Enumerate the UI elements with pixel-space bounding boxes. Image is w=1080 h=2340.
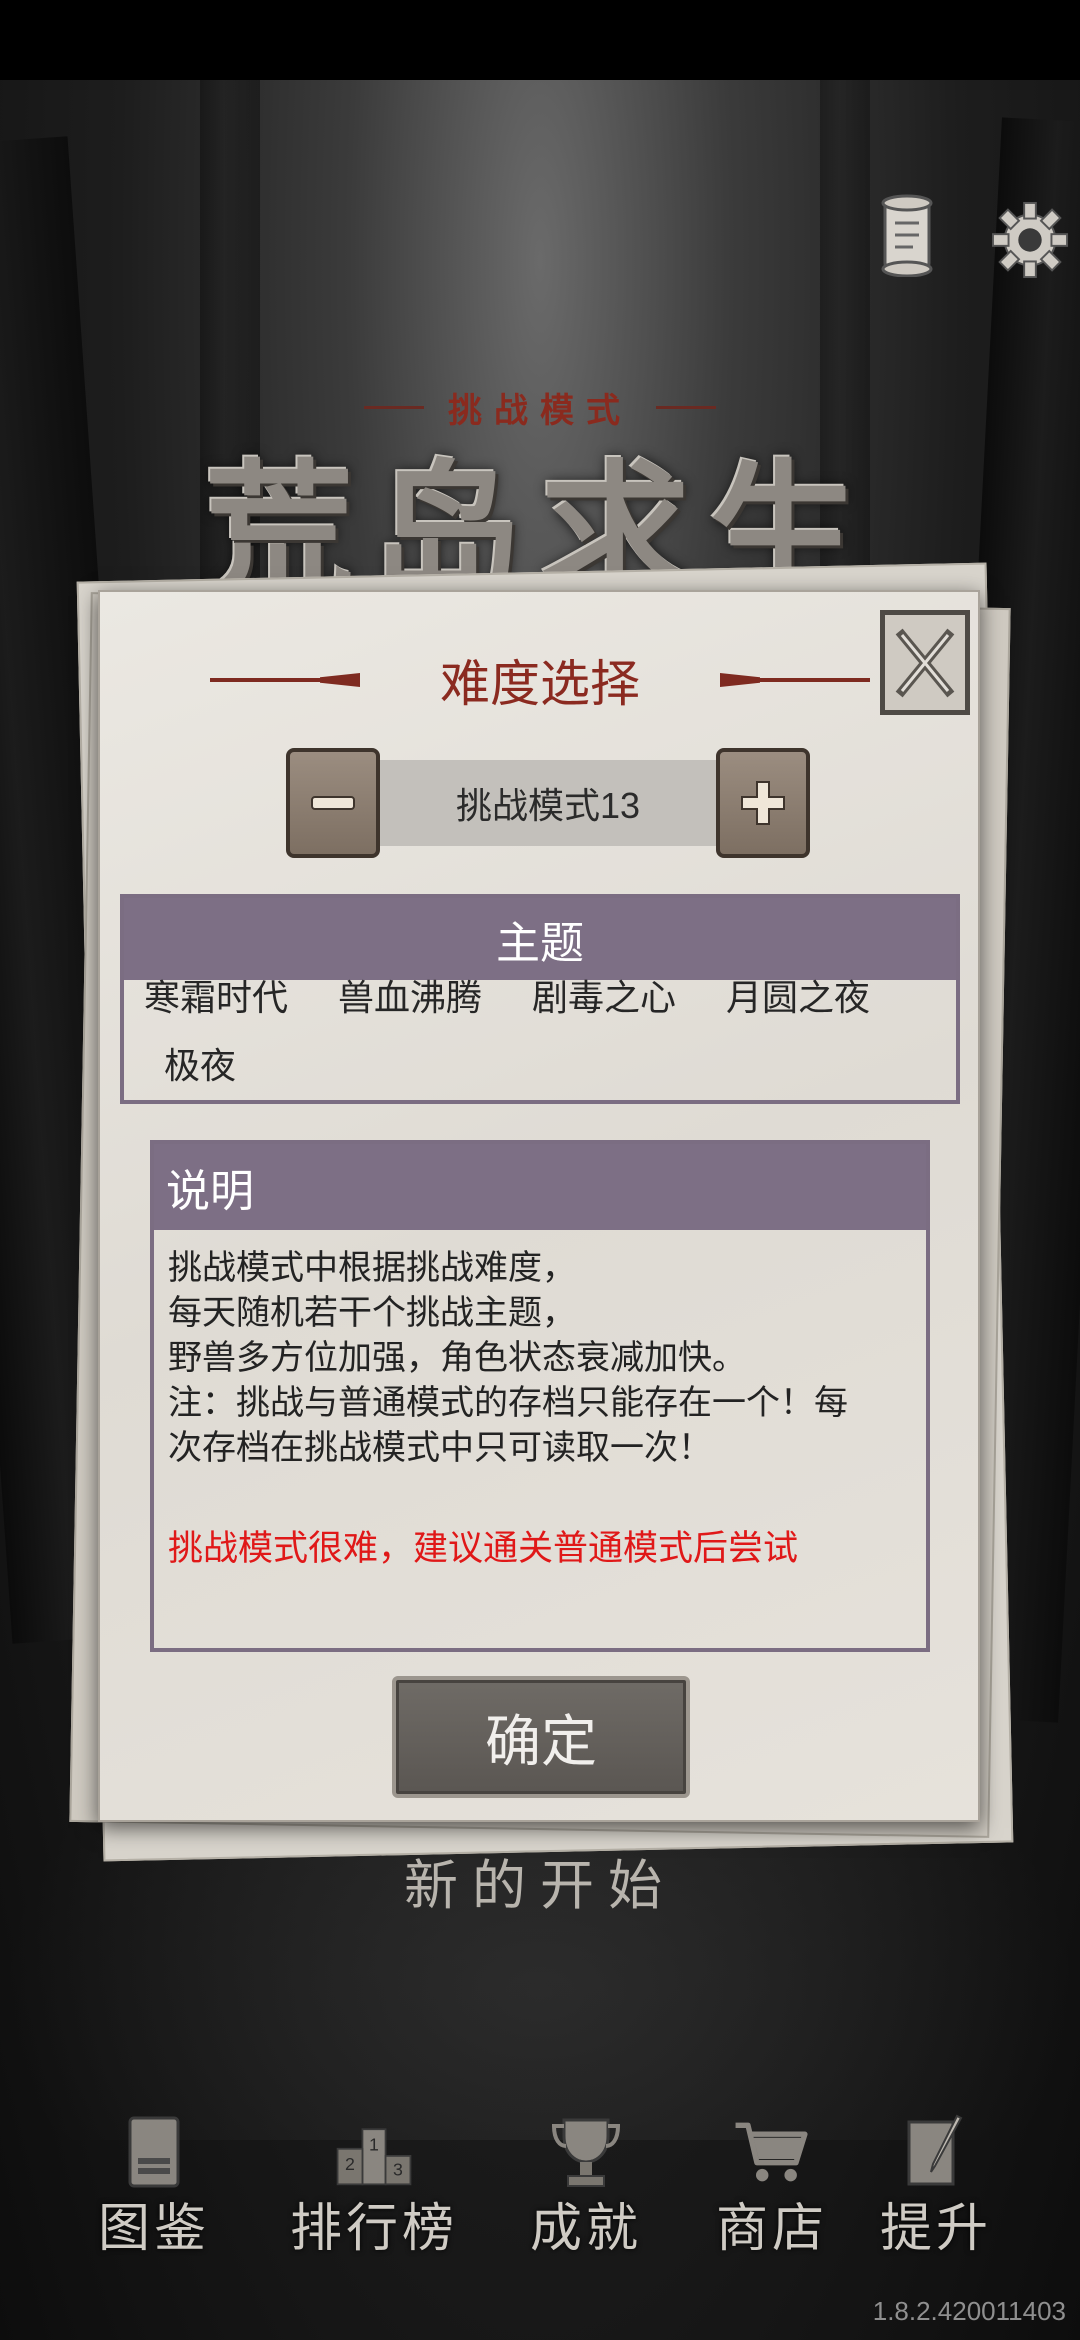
- mode-title-text: 挑战模式: [448, 390, 632, 431]
- theme-panel: 主题 寒霜时代 兽血沸腾 剧毒之心 月圆之夜 极夜: [120, 894, 960, 1104]
- version-label: 1.8.2.420011403: [872, 2296, 1066, 2326]
- minus-icon: [311, 796, 355, 810]
- nav-item-achievements[interactable]: 成就: [530, 2110, 642, 2261]
- book-icon: [114, 2110, 194, 2190]
- nav-item-codex[interactable]: 图鉴: [98, 2110, 210, 2261]
- description-text: 挑战模式中根据挑战难度， 每天随机若干个挑战主题， 野兽多方位加强，角色状态衰减…: [168, 1246, 918, 1471]
- nav-label: 商店: [716, 2199, 829, 2259]
- nav-item-shop[interactable]: 商店: [716, 2110, 828, 2261]
- close-icon: [895, 628, 955, 697]
- quill-icon: [896, 2110, 976, 2190]
- nav-label: 图鉴: [98, 2199, 211, 2259]
- theme-item: 月圆之夜: [726, 978, 871, 1019]
- nav-label: 成就: [530, 2199, 643, 2259]
- description-line: 挑战模式中根据挑战难度，: [168, 1248, 576, 1288]
- mode-title: 挑战模式: [330, 382, 750, 432]
- theme-header: 主题: [124, 898, 956, 980]
- scroll-icon[interactable]: [868, 190, 948, 280]
- description-line: 注：挑战与普通模式的存档只能存在一个！每: [168, 1383, 848, 1423]
- svg-text:1: 1: [369, 2135, 379, 2155]
- difficulty-value: 挑战模式13: [380, 760, 716, 846]
- theme-item: 剧毒之心: [532, 978, 677, 1019]
- svg-text:2: 2: [345, 2154, 355, 2174]
- nav-item-upgrade[interactable]: 提升: [880, 2110, 992, 2261]
- theme-item: 寒霜时代: [144, 978, 289, 1019]
- confirm-button[interactable]: 确定: [392, 1676, 690, 1798]
- nav-label: 提升: [880, 2199, 993, 2259]
- description-header: 说明: [154, 1144, 926, 1230]
- description-line: 野兽多方位加强，角色状态衰减加快。: [168, 1338, 746, 1378]
- title-ornament-left: [210, 673, 360, 687]
- gear-icon[interactable]: [990, 200, 1070, 280]
- dialog-title: 难度选择: [440, 655, 640, 713]
- bottom-nav: 图鉴 1 2 3 排行榜 成就 商店 提升: [0, 2110, 1080, 2280]
- new-game-button[interactable]: 新的开始: [300, 1840, 780, 1920]
- status-bar: [0, 0, 1080, 80]
- difficulty-stepper: 挑战模式13: [286, 748, 810, 860]
- plus-icon: [741, 781, 785, 825]
- description-panel: 说明 挑战模式中根据挑战难度， 每天随机若干个挑战主题， 野兽多方位加强，角色状…: [150, 1140, 930, 1652]
- theme-item: 兽血沸腾: [338, 978, 483, 1019]
- dialog-title-bar: 难度选择: [110, 640, 970, 720]
- theme-list: 寒霜时代 兽血沸腾 剧毒之心 月圆之夜 极夜: [144, 970, 944, 1096]
- decrease-button[interactable]: [286, 748, 380, 858]
- svg-text:3: 3: [393, 2159, 403, 2179]
- nav-label: 排行榜: [290, 2199, 459, 2259]
- description-line: 次存档在挑战模式中只可读取一次！: [168, 1428, 712, 1468]
- cart-icon: [732, 2110, 812, 2190]
- title-ornament-right: [720, 673, 870, 687]
- podium-icon: 1 2 3: [334, 2110, 414, 2190]
- close-button[interactable]: [880, 610, 970, 715]
- nav-item-leaderboard[interactable]: 1 2 3 排行榜: [290, 2110, 458, 2261]
- description-line: 每天随机若干个挑战主题，: [168, 1293, 576, 1333]
- trophy-icon: [546, 2110, 626, 2190]
- theme-item: 极夜: [164, 1046, 237, 1087]
- increase-button[interactable]: [716, 748, 810, 858]
- warning-text: 挑战模式很难，建议通关普通模式后尝试: [168, 1529, 799, 1569]
